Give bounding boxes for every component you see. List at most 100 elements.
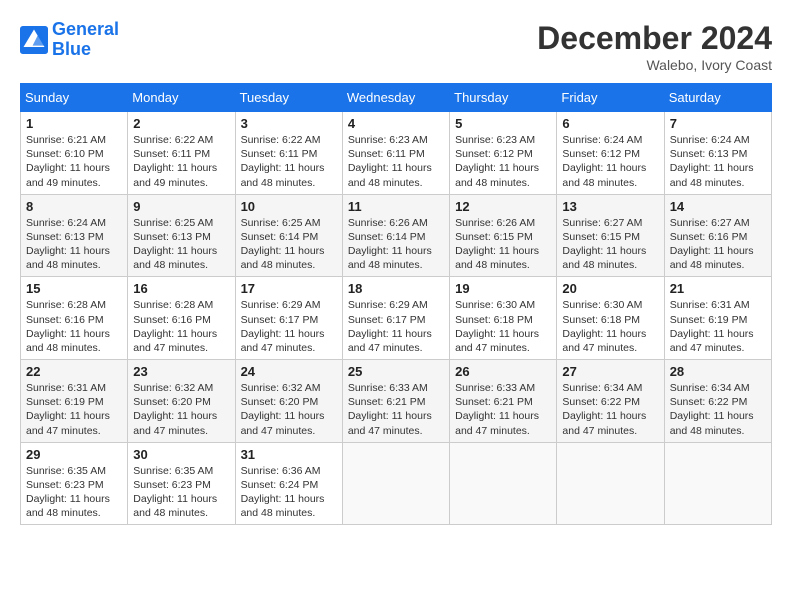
day-number: 9: [133, 199, 229, 214]
calendar-cell: 12 Sunrise: 6:26 AM Sunset: 6:15 PM Dayl…: [450, 194, 557, 277]
calendar-cell: 24 Sunrise: 6:32 AM Sunset: 6:20 PM Dayl…: [235, 360, 342, 443]
cell-info: Sunrise: 6:30 AM Sunset: 6:18 PM Dayligh…: [455, 298, 551, 355]
day-number: 24: [241, 364, 337, 379]
calendar-cell: 27 Sunrise: 6:34 AM Sunset: 6:22 PM Dayl…: [557, 360, 664, 443]
calendar-cell: 25 Sunrise: 6:33 AM Sunset: 6:21 PM Dayl…: [342, 360, 449, 443]
calendar-cell: 30 Sunrise: 6:35 AM Sunset: 6:23 PM Dayl…: [128, 442, 235, 525]
cell-info: Sunrise: 6:29 AM Sunset: 6:17 PM Dayligh…: [348, 298, 444, 355]
cell-info: Sunrise: 6:28 AM Sunset: 6:16 PM Dayligh…: [133, 298, 229, 355]
calendar-week-row: 29 Sunrise: 6:35 AM Sunset: 6:23 PM Dayl…: [21, 442, 772, 525]
day-number: 2: [133, 116, 229, 131]
location: Walebo, Ivory Coast: [537, 57, 772, 73]
logo-line2: Blue: [52, 39, 91, 59]
cell-info: Sunrise: 6:30 AM Sunset: 6:18 PM Dayligh…: [562, 298, 658, 355]
month-title: December 2024: [537, 20, 772, 57]
day-number: 18: [348, 281, 444, 296]
calendar-cell: 7 Sunrise: 6:24 AM Sunset: 6:13 PM Dayli…: [664, 112, 771, 195]
calendar-week-row: 8 Sunrise: 6:24 AM Sunset: 6:13 PM Dayli…: [21, 194, 772, 277]
cell-info: Sunrise: 6:31 AM Sunset: 6:19 PM Dayligh…: [670, 298, 766, 355]
day-number: 13: [562, 199, 658, 214]
calendar-cell: 1 Sunrise: 6:21 AM Sunset: 6:10 PM Dayli…: [21, 112, 128, 195]
title-block: December 2024 Walebo, Ivory Coast: [537, 20, 772, 73]
calendar-cell: 6 Sunrise: 6:24 AM Sunset: 6:12 PM Dayli…: [557, 112, 664, 195]
weekday-header: Friday: [557, 84, 664, 112]
day-number: 26: [455, 364, 551, 379]
cell-info: Sunrise: 6:26 AM Sunset: 6:14 PM Dayligh…: [348, 216, 444, 273]
day-number: 7: [670, 116, 766, 131]
day-number: 17: [241, 281, 337, 296]
calendar-cell: 22 Sunrise: 6:31 AM Sunset: 6:19 PM Dayl…: [21, 360, 128, 443]
cell-info: Sunrise: 6:31 AM Sunset: 6:19 PM Dayligh…: [26, 381, 122, 438]
calendar-cell: 15 Sunrise: 6:28 AM Sunset: 6:16 PM Dayl…: [21, 277, 128, 360]
calendar-cell: 20 Sunrise: 6:30 AM Sunset: 6:18 PM Dayl…: [557, 277, 664, 360]
calendar-cell: [664, 442, 771, 525]
calendar-cell: [450, 442, 557, 525]
day-number: 15: [26, 281, 122, 296]
calendar-cell: 26 Sunrise: 6:33 AM Sunset: 6:21 PM Dayl…: [450, 360, 557, 443]
page-header: General Blue December 2024 Walebo, Ivory…: [20, 20, 772, 73]
cell-info: Sunrise: 6:24 AM Sunset: 6:13 PM Dayligh…: [670, 133, 766, 190]
day-number: 10: [241, 199, 337, 214]
calendar-cell: 5 Sunrise: 6:23 AM Sunset: 6:12 PM Dayli…: [450, 112, 557, 195]
cell-info: Sunrise: 6:22 AM Sunset: 6:11 PM Dayligh…: [133, 133, 229, 190]
cell-info: Sunrise: 6:27 AM Sunset: 6:15 PM Dayligh…: [562, 216, 658, 273]
cell-info: Sunrise: 6:22 AM Sunset: 6:11 PM Dayligh…: [241, 133, 337, 190]
weekday-header: Saturday: [664, 84, 771, 112]
day-number: 29: [26, 447, 122, 462]
cell-info: Sunrise: 6:23 AM Sunset: 6:12 PM Dayligh…: [455, 133, 551, 190]
calendar-cell: 21 Sunrise: 6:31 AM Sunset: 6:19 PM Dayl…: [664, 277, 771, 360]
day-number: 14: [670, 199, 766, 214]
cell-info: Sunrise: 6:24 AM Sunset: 6:12 PM Dayligh…: [562, 133, 658, 190]
calendar-cell: 2 Sunrise: 6:22 AM Sunset: 6:11 PM Dayli…: [128, 112, 235, 195]
cell-info: Sunrise: 6:32 AM Sunset: 6:20 PM Dayligh…: [133, 381, 229, 438]
calendar-table: SundayMondayTuesdayWednesdayThursdayFrid…: [20, 83, 772, 525]
cell-info: Sunrise: 6:33 AM Sunset: 6:21 PM Dayligh…: [348, 381, 444, 438]
day-number: 5: [455, 116, 551, 131]
cell-info: Sunrise: 6:25 AM Sunset: 6:13 PM Dayligh…: [133, 216, 229, 273]
calendar-week-row: 15 Sunrise: 6:28 AM Sunset: 6:16 PM Dayl…: [21, 277, 772, 360]
day-number: 25: [348, 364, 444, 379]
calendar-cell: 13 Sunrise: 6:27 AM Sunset: 6:15 PM Dayl…: [557, 194, 664, 277]
calendar-cell: [342, 442, 449, 525]
weekday-header: Sunday: [21, 84, 128, 112]
day-number: 8: [26, 199, 122, 214]
calendar-week-row: 22 Sunrise: 6:31 AM Sunset: 6:19 PM Dayl…: [21, 360, 772, 443]
cell-info: Sunrise: 6:23 AM Sunset: 6:11 PM Dayligh…: [348, 133, 444, 190]
day-number: 27: [562, 364, 658, 379]
logo: General Blue: [20, 20, 119, 60]
cell-info: Sunrise: 6:29 AM Sunset: 6:17 PM Dayligh…: [241, 298, 337, 355]
cell-info: Sunrise: 6:26 AM Sunset: 6:15 PM Dayligh…: [455, 216, 551, 273]
calendar-cell: 18 Sunrise: 6:29 AM Sunset: 6:17 PM Dayl…: [342, 277, 449, 360]
cell-info: Sunrise: 6:34 AM Sunset: 6:22 PM Dayligh…: [562, 381, 658, 438]
weekday-header: Monday: [128, 84, 235, 112]
cell-info: Sunrise: 6:24 AM Sunset: 6:13 PM Dayligh…: [26, 216, 122, 273]
day-number: 11: [348, 199, 444, 214]
weekday-header: Thursday: [450, 84, 557, 112]
calendar-cell: 28 Sunrise: 6:34 AM Sunset: 6:22 PM Dayl…: [664, 360, 771, 443]
day-number: 1: [26, 116, 122, 131]
calendar-cell: [557, 442, 664, 525]
day-number: 20: [562, 281, 658, 296]
calendar-cell: 8 Sunrise: 6:24 AM Sunset: 6:13 PM Dayli…: [21, 194, 128, 277]
cell-info: Sunrise: 6:36 AM Sunset: 6:24 PM Dayligh…: [241, 464, 337, 521]
day-number: 23: [133, 364, 229, 379]
calendar-cell: 3 Sunrise: 6:22 AM Sunset: 6:11 PM Dayli…: [235, 112, 342, 195]
cell-info: Sunrise: 6:33 AM Sunset: 6:21 PM Dayligh…: [455, 381, 551, 438]
logo-text: General Blue: [52, 20, 119, 60]
calendar-cell: 11 Sunrise: 6:26 AM Sunset: 6:14 PM Dayl…: [342, 194, 449, 277]
calendar-cell: 4 Sunrise: 6:23 AM Sunset: 6:11 PM Dayli…: [342, 112, 449, 195]
day-number: 19: [455, 281, 551, 296]
calendar-week-row: 1 Sunrise: 6:21 AM Sunset: 6:10 PM Dayli…: [21, 112, 772, 195]
logo-line1: General: [52, 19, 119, 39]
cell-info: Sunrise: 6:35 AM Sunset: 6:23 PM Dayligh…: [26, 464, 122, 521]
calendar-cell: 10 Sunrise: 6:25 AM Sunset: 6:14 PM Dayl…: [235, 194, 342, 277]
logo-icon: [20, 26, 48, 54]
day-number: 6: [562, 116, 658, 131]
day-number: 21: [670, 281, 766, 296]
calendar-cell: 16 Sunrise: 6:28 AM Sunset: 6:16 PM Dayl…: [128, 277, 235, 360]
calendar-cell: 17 Sunrise: 6:29 AM Sunset: 6:17 PM Dayl…: [235, 277, 342, 360]
cell-info: Sunrise: 6:21 AM Sunset: 6:10 PM Dayligh…: [26, 133, 122, 190]
weekday-header: Tuesday: [235, 84, 342, 112]
cell-info: Sunrise: 6:27 AM Sunset: 6:16 PM Dayligh…: [670, 216, 766, 273]
weekday-header-row: SundayMondayTuesdayWednesdayThursdayFrid…: [21, 84, 772, 112]
